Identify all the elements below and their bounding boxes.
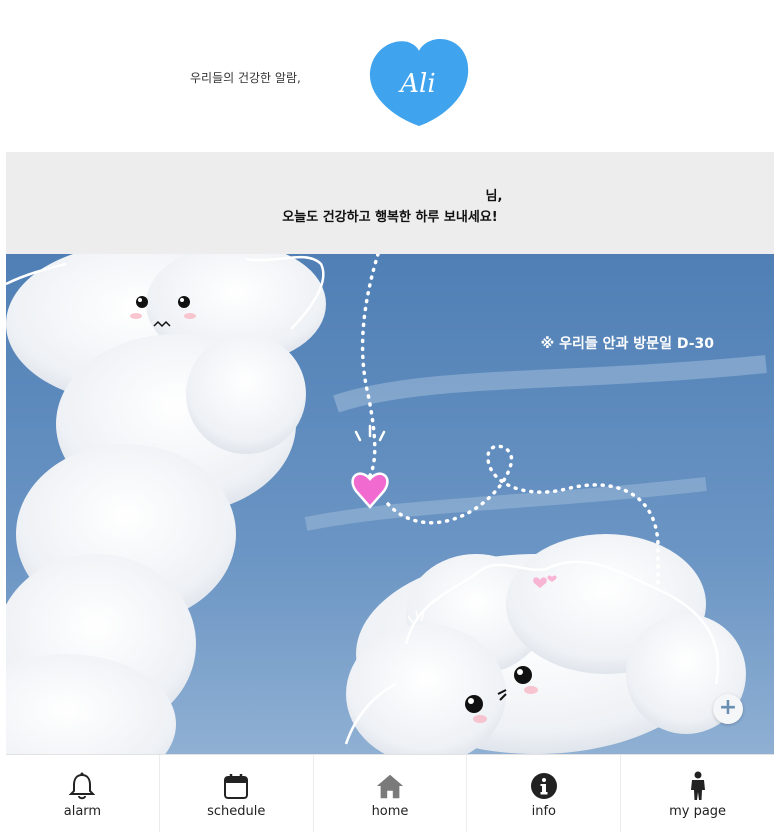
greeting-message: 오늘도 건강하고 행복한 하루 보내세요! bbox=[282, 210, 498, 225]
nav-label-info: info bbox=[531, 804, 556, 819]
nav-label-my-page: my page bbox=[669, 804, 727, 819]
nav-label-home: home bbox=[371, 804, 409, 819]
home-icon bbox=[375, 771, 405, 801]
app-logo[interactable]: Ali bbox=[366, 36, 472, 128]
hero-banner: ※ 우리들 안과 방문일 D-30 + bbox=[6, 254, 774, 754]
app-tagline: 우리들의 건강한 알람, bbox=[190, 71, 301, 85]
greeting-banner: 님, 오늘도 건강하고 행복한 하루 보내세요! bbox=[6, 152, 774, 254]
info-icon bbox=[529, 771, 559, 801]
bottom-nav: alarm schedule home info my page bbox=[6, 754, 774, 832]
nav-item-home[interactable]: home bbox=[314, 755, 468, 832]
greeting-name: 님, bbox=[485, 189, 503, 204]
logo-text: Ali bbox=[398, 69, 435, 99]
person-icon bbox=[683, 771, 713, 801]
nav-item-my-page[interactable]: my page bbox=[621, 755, 774, 832]
nav-item-alarm[interactable]: alarm bbox=[6, 755, 160, 832]
calendar-icon bbox=[221, 771, 251, 801]
app-header: 우리들의 건강한 알람, Ali bbox=[0, 0, 779, 152]
dday-notice: ※ 우리들 안과 방문일 D-30 bbox=[540, 336, 714, 352]
heart-logo-icon: Ali bbox=[369, 38, 469, 126]
bell-icon bbox=[67, 771, 97, 801]
nav-item-info[interactable]: info bbox=[467, 755, 622, 832]
nav-item-schedule[interactable]: schedule bbox=[160, 755, 314, 832]
nav-label-schedule: schedule bbox=[207, 804, 266, 819]
add-button[interactable]: + bbox=[713, 694, 743, 724]
nav-label-alarm: alarm bbox=[63, 804, 102, 819]
sky-clouds-illustration bbox=[6, 254, 774, 754]
